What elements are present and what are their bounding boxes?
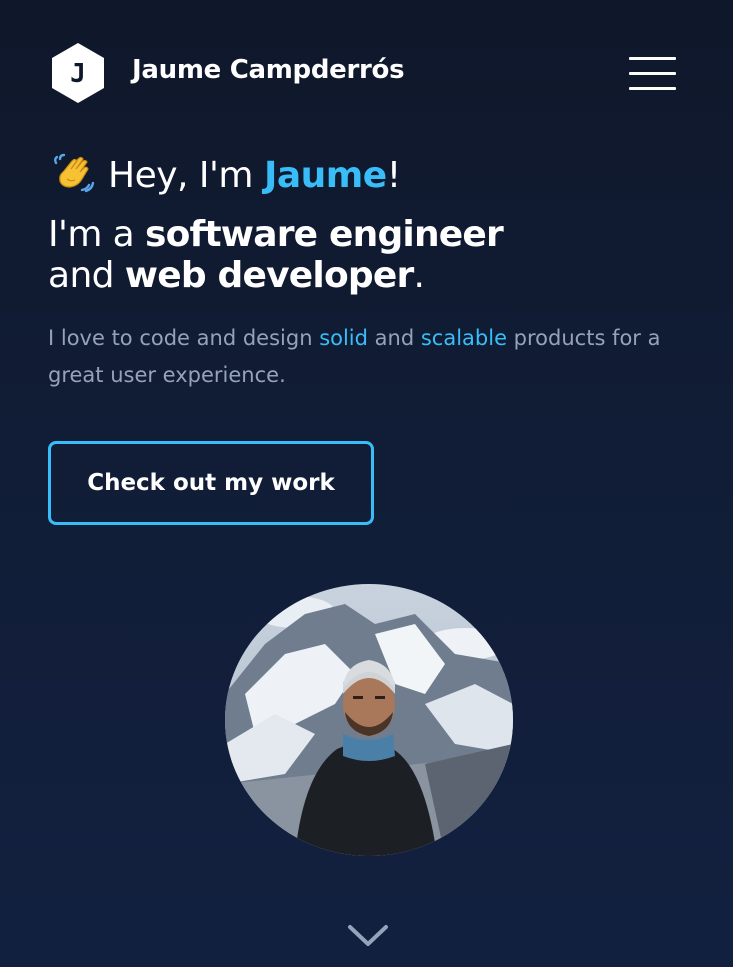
tagline-text: I love to code and design xyxy=(48,326,320,350)
tagline: I love to code and design solid and scal… xyxy=(48,320,698,394)
headline-period: . xyxy=(413,255,425,296)
site-header: J Jaume Campderrós xyxy=(0,0,733,150)
headline: I'm a software engineer and web develope… xyxy=(48,214,504,296)
chevron-down-icon[interactable] xyxy=(347,922,389,950)
tagline-highlight-solid: solid xyxy=(319,326,368,350)
greeting-name: Jaume xyxy=(263,155,387,196)
tagline-highlight-scalable: scalable xyxy=(420,326,507,350)
site-name[interactable]: Jaume Campderrós xyxy=(132,55,405,85)
menu-bar xyxy=(629,57,676,60)
headline-role-software: software engineer xyxy=(144,214,504,255)
menu-bar xyxy=(629,72,676,75)
headline-line-2: and web developer. xyxy=(48,255,503,296)
headline-line-1: I'm a software engineer xyxy=(48,214,504,255)
greeting-suffix: ! xyxy=(386,155,401,196)
headline-text: I'm a xyxy=(48,214,145,255)
avatar xyxy=(225,584,513,856)
headline-text: and xyxy=(48,255,125,296)
tagline-text: and xyxy=(367,326,421,350)
greeting-prefix: Hey, I'm xyxy=(108,155,264,196)
check-out-work-button[interactable]: Check out my work xyxy=(48,441,374,525)
greeting: Hey, I'm Jaume! xyxy=(52,152,401,200)
headline-role-web: web developer xyxy=(124,255,414,296)
menu-bar xyxy=(629,87,676,90)
logo[interactable]: J xyxy=(51,42,105,104)
logo-letter: J xyxy=(70,59,86,89)
waving-hand-icon xyxy=(54,153,95,193)
profile-photo xyxy=(225,584,513,856)
hamburger-menu-icon[interactable] xyxy=(626,54,678,92)
